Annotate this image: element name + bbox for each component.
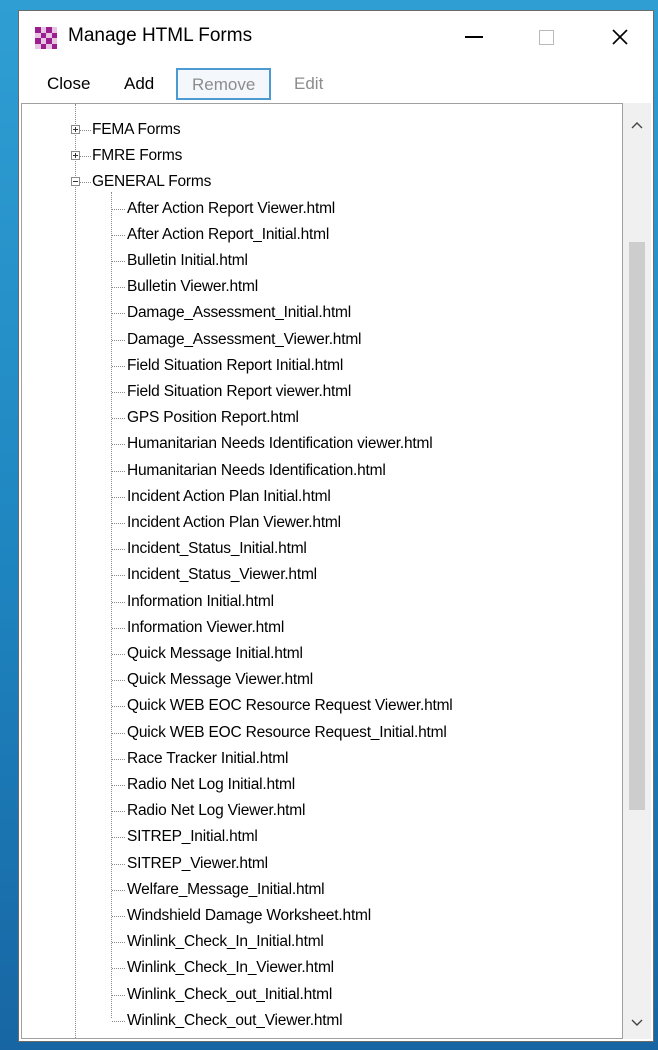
file-connector: [112, 811, 125, 813]
file-connector: [112, 758, 125, 760]
scroll-down-button[interactable]: [623, 1009, 651, 1037]
file-connector: [112, 601, 125, 603]
menu-edit[interactable]: Edit: [294, 74, 323, 94]
tree-file-item[interactable]: After Action Report_Initial.html: [127, 222, 329, 248]
file-connector: [112, 654, 125, 655]
file-connector: [112, 549, 125, 551]
tree-file-item[interactable]: Winlink_Check_out_Initial.html: [127, 982, 332, 1008]
tree-file-item[interactable]: Winlink_Check_out_Viewer.html: [127, 1008, 343, 1034]
tree-file-item[interactable]: SITREP_Viewer.html: [127, 851, 268, 877]
tree-group-2[interactable]: GENERAL Forms: [92, 169, 211, 195]
tree-file-item[interactable]: Race Tracker Initial.html: [127, 746, 288, 772]
file-connector: [112, 994, 125, 996]
file-connector: [112, 575, 125, 577]
file-connector: [112, 444, 125, 446]
close-icon: [612, 29, 628, 45]
file-connector: [112, 627, 125, 629]
close-window-button[interactable]: [597, 11, 643, 63]
tree-root-connector: [75, 104, 76, 1038]
scroll-up-button[interactable]: [623, 111, 651, 139]
file-connector: [112, 523, 125, 524]
file-connector: [112, 418, 125, 420]
title-bar[interactable]: Manage HTML Forms: [19, 11, 653, 63]
file-connector: [112, 261, 125, 262]
tree-file-item[interactable]: Humanitarian Needs Identification viewer…: [127, 431, 433, 457]
expand-toggle-icon[interactable]: [71, 125, 80, 134]
group-connector: [80, 130, 91, 131]
checkered-app-icon: [35, 27, 57, 49]
menu-remove[interactable]: Remove: [176, 68, 272, 100]
chevron-up-icon: [631, 122, 643, 129]
tree-file-item[interactable]: Incident Action Plan Viewer.html: [127, 510, 341, 536]
file-connector: [112, 1020, 125, 1022]
tree-file-item[interactable]: Damage_Assessment_Initial.html: [127, 300, 351, 326]
tree-group-0[interactable]: FEMA Forms: [92, 117, 181, 143]
tree-file-item[interactable]: After Action Report Viewer.html: [127, 196, 335, 222]
tree-file-item[interactable]: Incident_Status_Initial.html: [127, 536, 307, 562]
file-connector: [112, 863, 125, 865]
tree-file-item[interactable]: Information Initial.html: [127, 589, 274, 615]
menu-close[interactable]: Close: [47, 74, 90, 94]
file-connector: [112, 234, 125, 236]
tree-file-item[interactable]: Quick Message Initial.html: [127, 641, 303, 667]
tree-file-item[interactable]: Quick WEB EOC Resource Request_Initial.h…: [127, 720, 447, 746]
tree-file-item[interactable]: Bulletin Initial.html: [127, 248, 248, 274]
file-connector: [112, 785, 125, 786]
manage-html-forms-window: Manage HTML Forms Close Add Remove Edit …: [18, 10, 654, 1042]
collapse-toggle-icon[interactable]: [71, 177, 80, 187]
tree-file-item[interactable]: Quick WEB EOC Resource Request Viewer.ht…: [127, 693, 453, 719]
chevron-down-icon: [631, 1019, 643, 1026]
tree-file-item[interactable]: Damage_Assessment_Viewer.html: [127, 327, 361, 353]
file-connector: [112, 732, 125, 734]
tree-file-item[interactable]: Quick Message Viewer.html: [127, 667, 313, 693]
tree-file-item[interactable]: Winlink_Check_In_Initial.html: [127, 929, 324, 955]
group-connector: [80, 156, 91, 158]
tree-group-1[interactable]: FMRE Forms: [92, 143, 182, 169]
tree-file-item[interactable]: Information Viewer.html: [127, 615, 284, 641]
minimize-icon: [465, 36, 483, 38]
file-connector: [112, 837, 125, 839]
tree-file-item[interactable]: Radio Net Log Viewer.html: [127, 798, 305, 824]
file-connector: [112, 706, 125, 708]
file-connector: [112, 339, 125, 341]
file-connector: [112, 680, 125, 682]
tree-file-item[interactable]: Winlink_Check_In_Viewer.html: [127, 955, 334, 981]
file-connector: [112, 392, 125, 393]
file-connector: [112, 313, 125, 315]
tree-group-3[interactable]: GENERAL MEDICAL Forms: [92, 1034, 282, 1038]
tree-file-item[interactable]: SITREP_Initial.html: [127, 824, 258, 850]
expand-toggle-icon[interactable]: [71, 151, 80, 161]
child-connector: [111, 191, 112, 1018]
tree-file-item[interactable]: Radio Net Log Initial.html: [127, 772, 295, 798]
file-connector: [112, 889, 125, 891]
menu-add[interactable]: Add: [124, 74, 154, 94]
file-connector: [112, 968, 125, 970]
vertical-scrollbar[interactable]: [623, 103, 651, 1039]
tree-file-item[interactable]: Field Situation Report viewer.html: [127, 379, 351, 405]
tree-file-item[interactable]: GPS Position Report.html: [127, 405, 299, 431]
tree-file-item[interactable]: Welfare_Message_Initial.html: [127, 877, 325, 903]
tree-file-item[interactable]: Windshield Damage Worksheet.html: [127, 903, 371, 929]
maximize-button[interactable]: [523, 11, 569, 63]
window-title: Manage HTML Forms: [68, 25, 253, 46]
maximize-icon: [538, 29, 554, 45]
file-connector: [112, 942, 125, 944]
tree-file-item[interactable]: Humanitarian Needs Identification.html: [127, 458, 386, 484]
tree-file-item[interactable]: Bulletin Viewer.html: [127, 274, 258, 300]
file-connector: [112, 287, 125, 289]
file-connector: [112, 496, 125, 498]
file-connector: [112, 470, 125, 472]
group-connector: [80, 182, 91, 184]
tree-file-item[interactable]: Incident_Status_Viewer.html: [127, 562, 317, 588]
file-connector: [112, 916, 125, 917]
tree-file-item[interactable]: Incident Action Plan Initial.html: [127, 484, 331, 510]
forms-tree-view[interactable]: FEMA Forms FMRE Forms GENERAL Forms After A…: [21, 103, 623, 1039]
file-connector: [112, 208, 125, 210]
minimize-button[interactable]: [451, 11, 497, 63]
menu-bar: Close Add Remove Edit: [19, 65, 653, 101]
scroll-thumb[interactable]: [629, 241, 645, 810]
tree-file-item[interactable]: Field Situation Report Initial.html: [127, 353, 343, 379]
file-connector: [112, 365, 125, 367]
